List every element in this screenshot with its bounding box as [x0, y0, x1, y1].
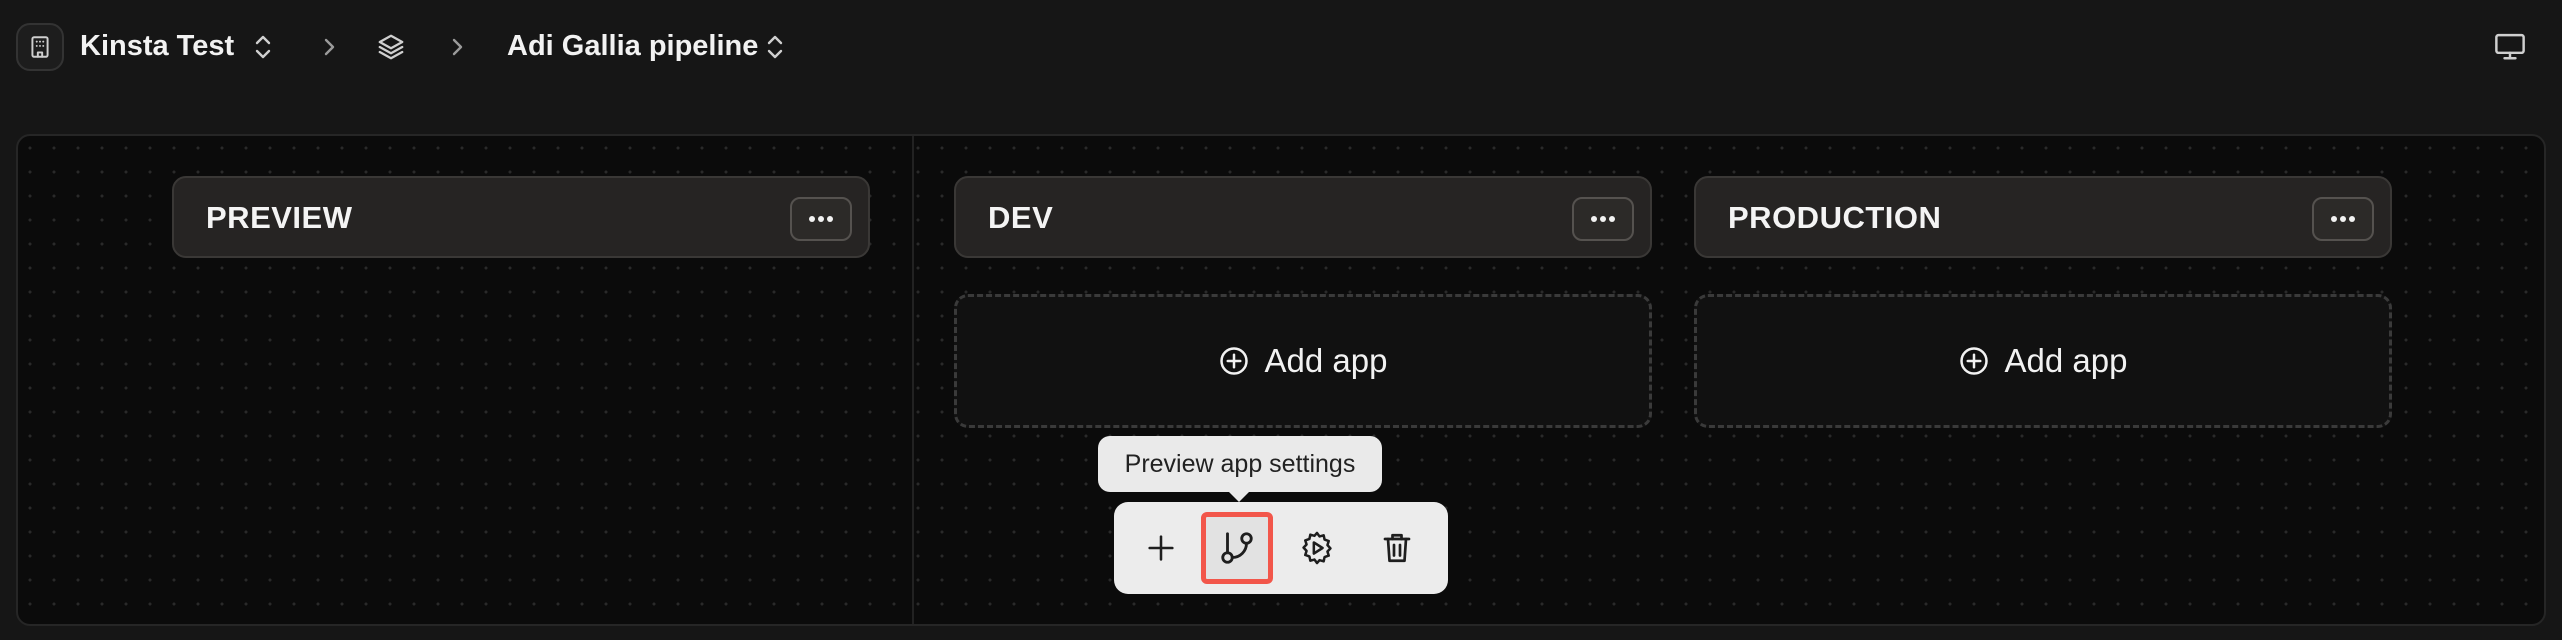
git-branch-icon: [1221, 532, 1253, 564]
tooltip-text: Preview app settings: [1124, 449, 1356, 478]
add-app-button-production[interactable]: Add app: [1694, 294, 2392, 428]
add-app-label: Add app: [2004, 342, 2128, 379]
layers-icon[interactable]: [374, 30, 408, 64]
more-options-button[interactable]: [1572, 197, 1634, 241]
delete-button[interactable]: [1361, 512, 1433, 584]
more-options-button[interactable]: [790, 197, 852, 241]
settings-play-icon: [1302, 531, 1332, 565]
deploy-settings-button[interactable]: [1281, 512, 1353, 584]
ellipsis-icon: [809, 216, 833, 222]
preview-app-settings-button[interactable]: [1201, 512, 1273, 584]
stage-header-dev: DEV: [954, 176, 1652, 258]
add-button[interactable]: [1125, 512, 1197, 584]
stage-header-preview: PREVIEW: [172, 176, 870, 258]
plus-circle-icon: [1959, 347, 1988, 375]
top-bar: Kinsta Test Adi Gallia pipeline: [0, 0, 2562, 92]
stage-title: PRODUCTION: [1728, 200, 1942, 235]
pipeline-name[interactable]: Adi Gallia pipeline: [507, 28, 758, 64]
add-app-label: Add app: [1264, 342, 1388, 379]
more-options-button[interactable]: [2312, 197, 2374, 241]
ellipsis-icon: [1591, 216, 1615, 222]
stage-title: DEV: [988, 200, 1054, 235]
monitor-icon[interactable]: [2490, 28, 2530, 64]
organization-name[interactable]: Kinsta Test: [80, 28, 234, 64]
ellipsis-icon: [2331, 216, 2355, 222]
chevron-up-down-icon[interactable]: [248, 30, 278, 64]
add-app-button-dev[interactable]: Add app: [954, 294, 1652, 428]
tooltip: Preview app settings: [1098, 436, 1382, 502]
chevron-right-icon: [318, 33, 340, 61]
chevron-up-down-icon[interactable]: [760, 30, 790, 64]
chevron-right-icon: [446, 33, 468, 61]
trash-icon: [1383, 533, 1411, 563]
plus-circle-icon: [1219, 347, 1248, 375]
stage-title: PREVIEW: [206, 200, 353, 235]
building-icon[interactable]: [16, 23, 64, 71]
preview-app-toolbar: [1114, 502, 1448, 594]
plus-icon: [1148, 535, 1174, 561]
stage-divider: [912, 136, 914, 624]
stage-header-production: PRODUCTION: [1694, 176, 2392, 258]
